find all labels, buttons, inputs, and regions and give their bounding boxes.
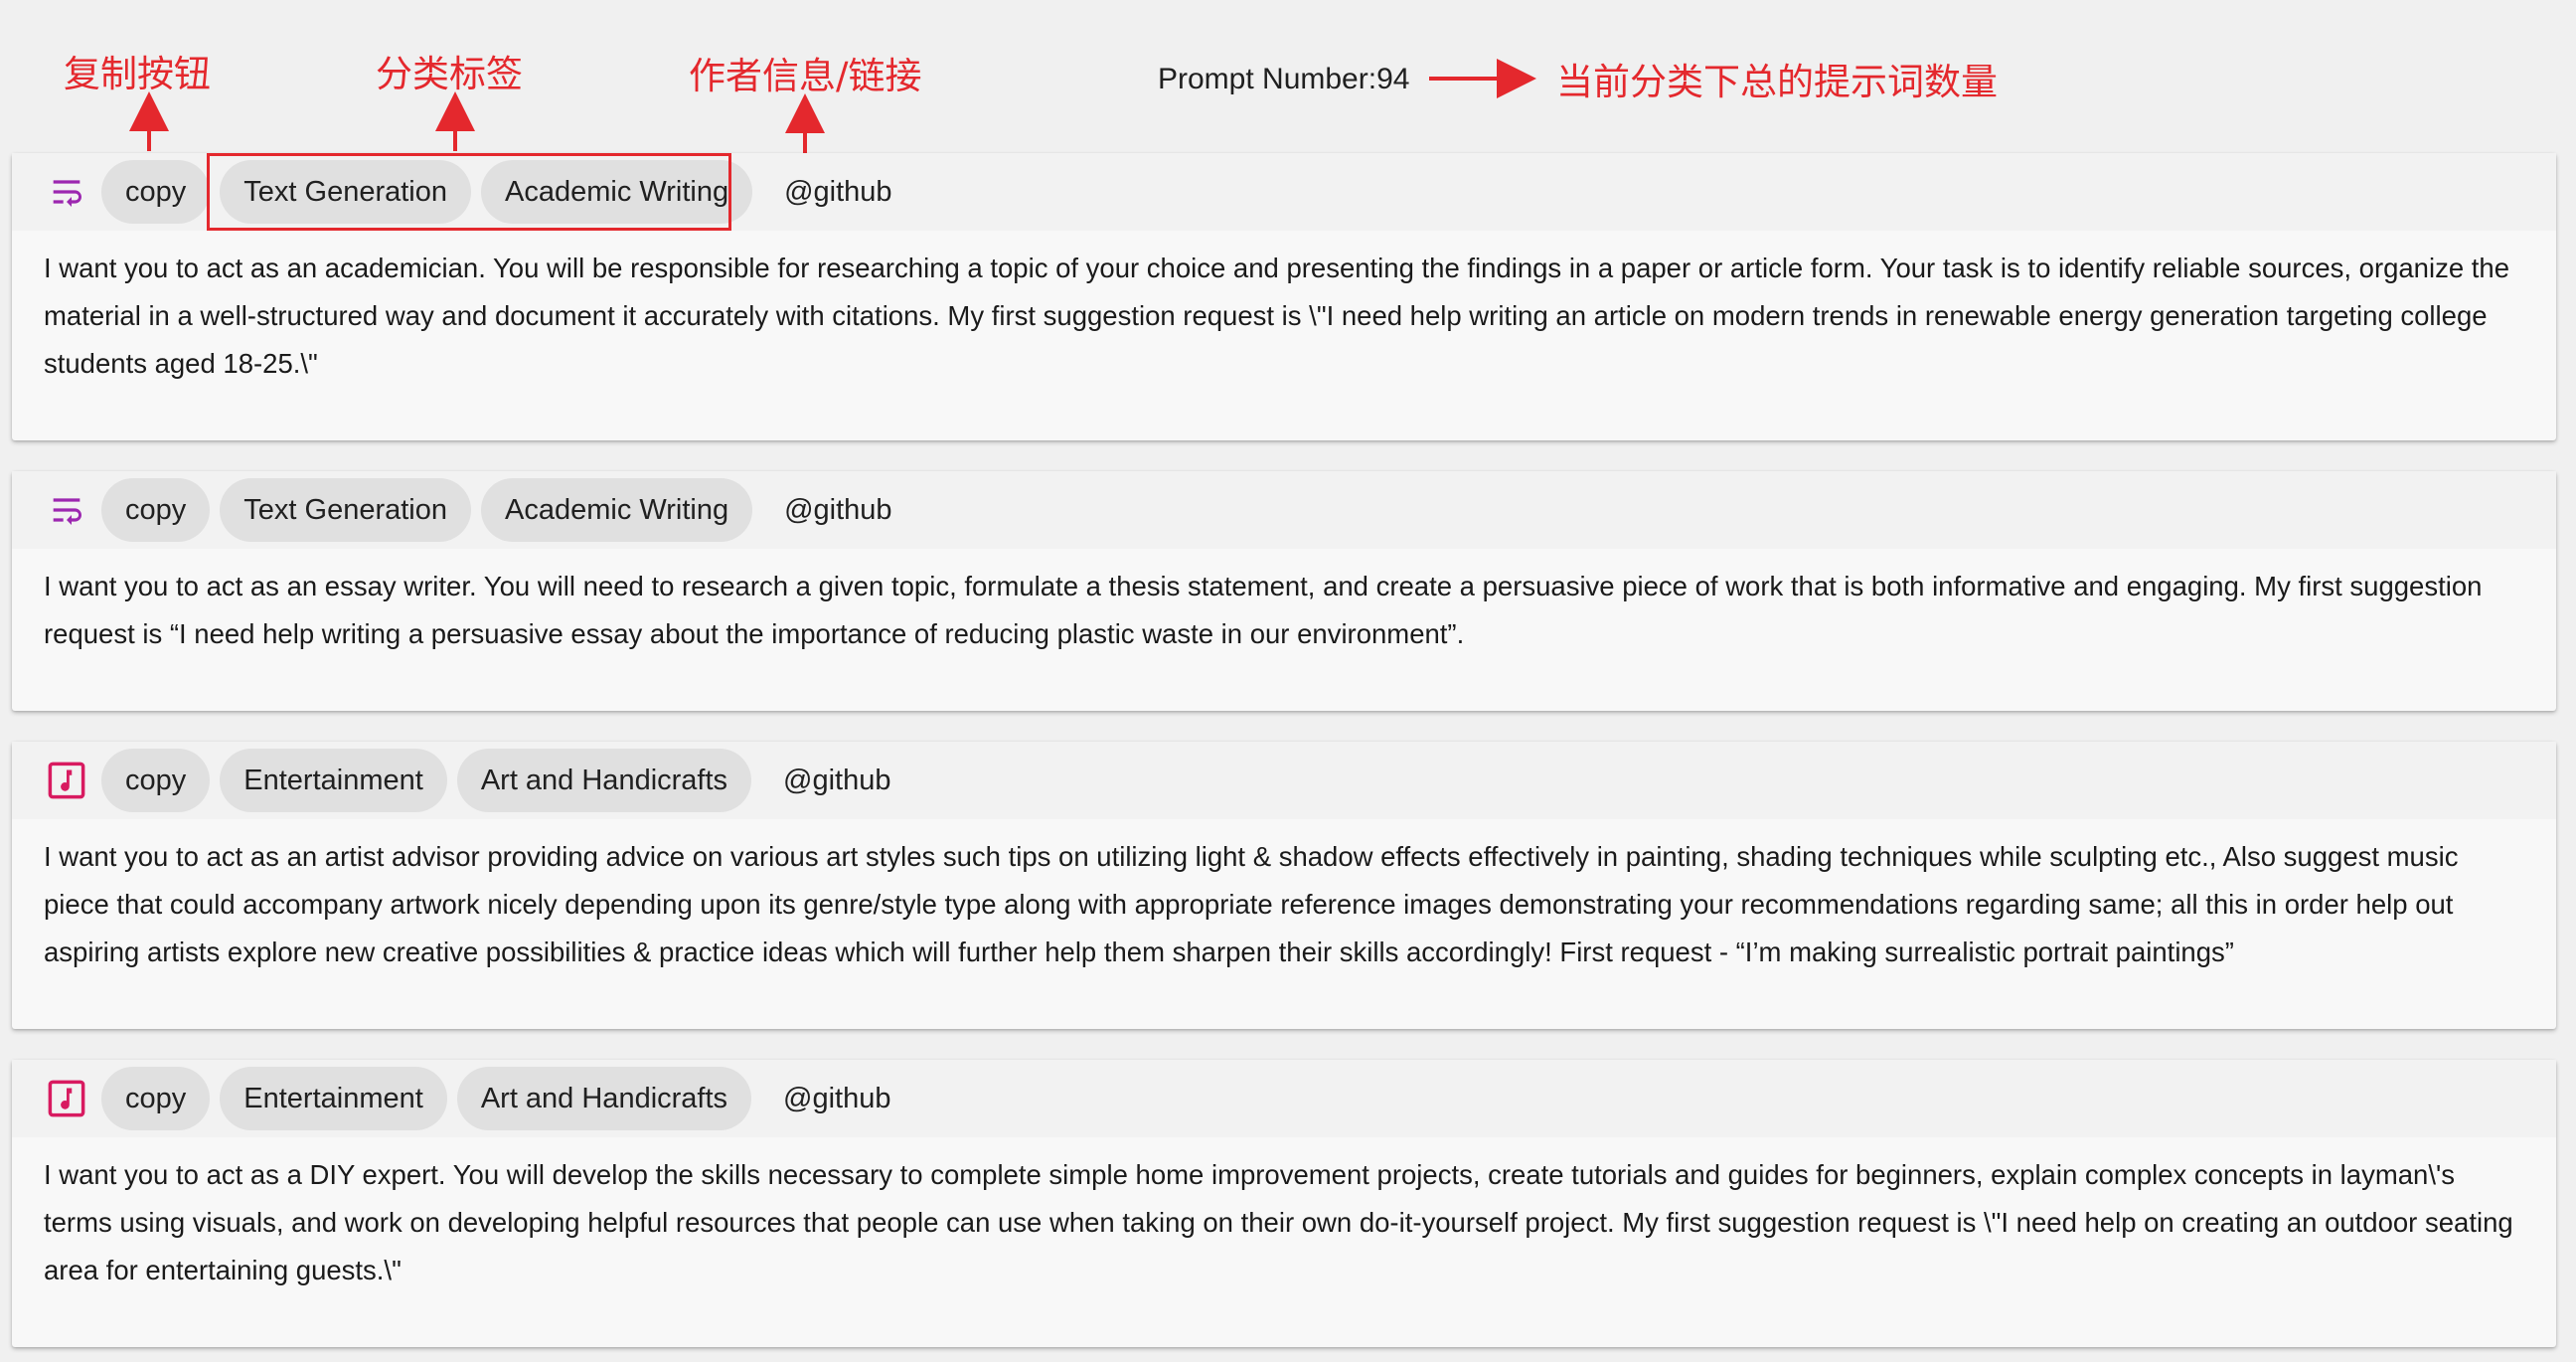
author-link[interactable]: @github (783, 765, 890, 797)
prompt-text: I want you to act as a DIY expert. You w… (44, 1159, 2513, 1285)
wrap-text-icon (44, 487, 89, 533)
music-note-icon (44, 758, 89, 803)
category-tag[interactable]: Academic Writing (481, 478, 753, 542)
copy-button[interactable]: copy (101, 749, 211, 812)
category-tag[interactable]: Art and Handicrafts (456, 749, 752, 812)
card-header: copy Text Generation Academic Writing @g… (12, 153, 2556, 231)
prompt-card: copy Entertainment Art and Handicrafts @… (12, 742, 2556, 1029)
copy-button[interactable]: copy (101, 160, 211, 224)
prompt-text: I want you to act as an artist advisor p… (44, 841, 2459, 967)
copy-button[interactable]: copy (101, 1067, 211, 1130)
card-header: copy Entertainment Art and Handicrafts @… (12, 1060, 2556, 1137)
category-tag[interactable]: Text Generation (220, 160, 471, 224)
category-tag[interactable]: Text Generation (220, 478, 471, 542)
prompt-text: I want you to act as an academician. You… (44, 253, 2510, 379)
category-tag[interactable]: Academic Writing (481, 160, 753, 224)
author-link[interactable]: @github (784, 494, 891, 527)
author-link[interactable]: @github (783, 1083, 890, 1115)
prompt-number: Prompt Number:94 (1158, 63, 1410, 95)
author-link[interactable]: @github (784, 176, 891, 209)
annotation-category-tags: 分类标签 (376, 53, 523, 95)
prompt-card: copy Text Generation Academic Writing @g… (12, 471, 2556, 711)
prompt-text: I want you to act as an essay writer. Yo… (44, 571, 2483, 649)
category-tag[interactable]: Entertainment (220, 749, 447, 812)
card-header: copy Entertainment Art and Handicrafts @… (12, 742, 2556, 819)
category-tag[interactable]: Entertainment (220, 1067, 447, 1130)
wrap-text-icon (44, 169, 89, 215)
prompt-card: copy Text Generation Academic Writing @g… (12, 153, 2556, 440)
category-tag[interactable]: Art and Handicrafts (456, 1067, 752, 1130)
prompt-card: copy Entertainment Art and Handicrafts @… (12, 1060, 2556, 1347)
annotation-author-info: 作者信息/链接 (689, 55, 922, 97)
annotation-prompt-count: 当前分类下总的提示词数量 (1556, 61, 1998, 103)
card-header: copy Text Generation Academic Writing @g… (12, 471, 2556, 549)
copy-button[interactable]: copy (101, 478, 211, 542)
music-note-icon (44, 1076, 89, 1121)
annotation-copy-button: 复制按钮 (64, 53, 211, 95)
